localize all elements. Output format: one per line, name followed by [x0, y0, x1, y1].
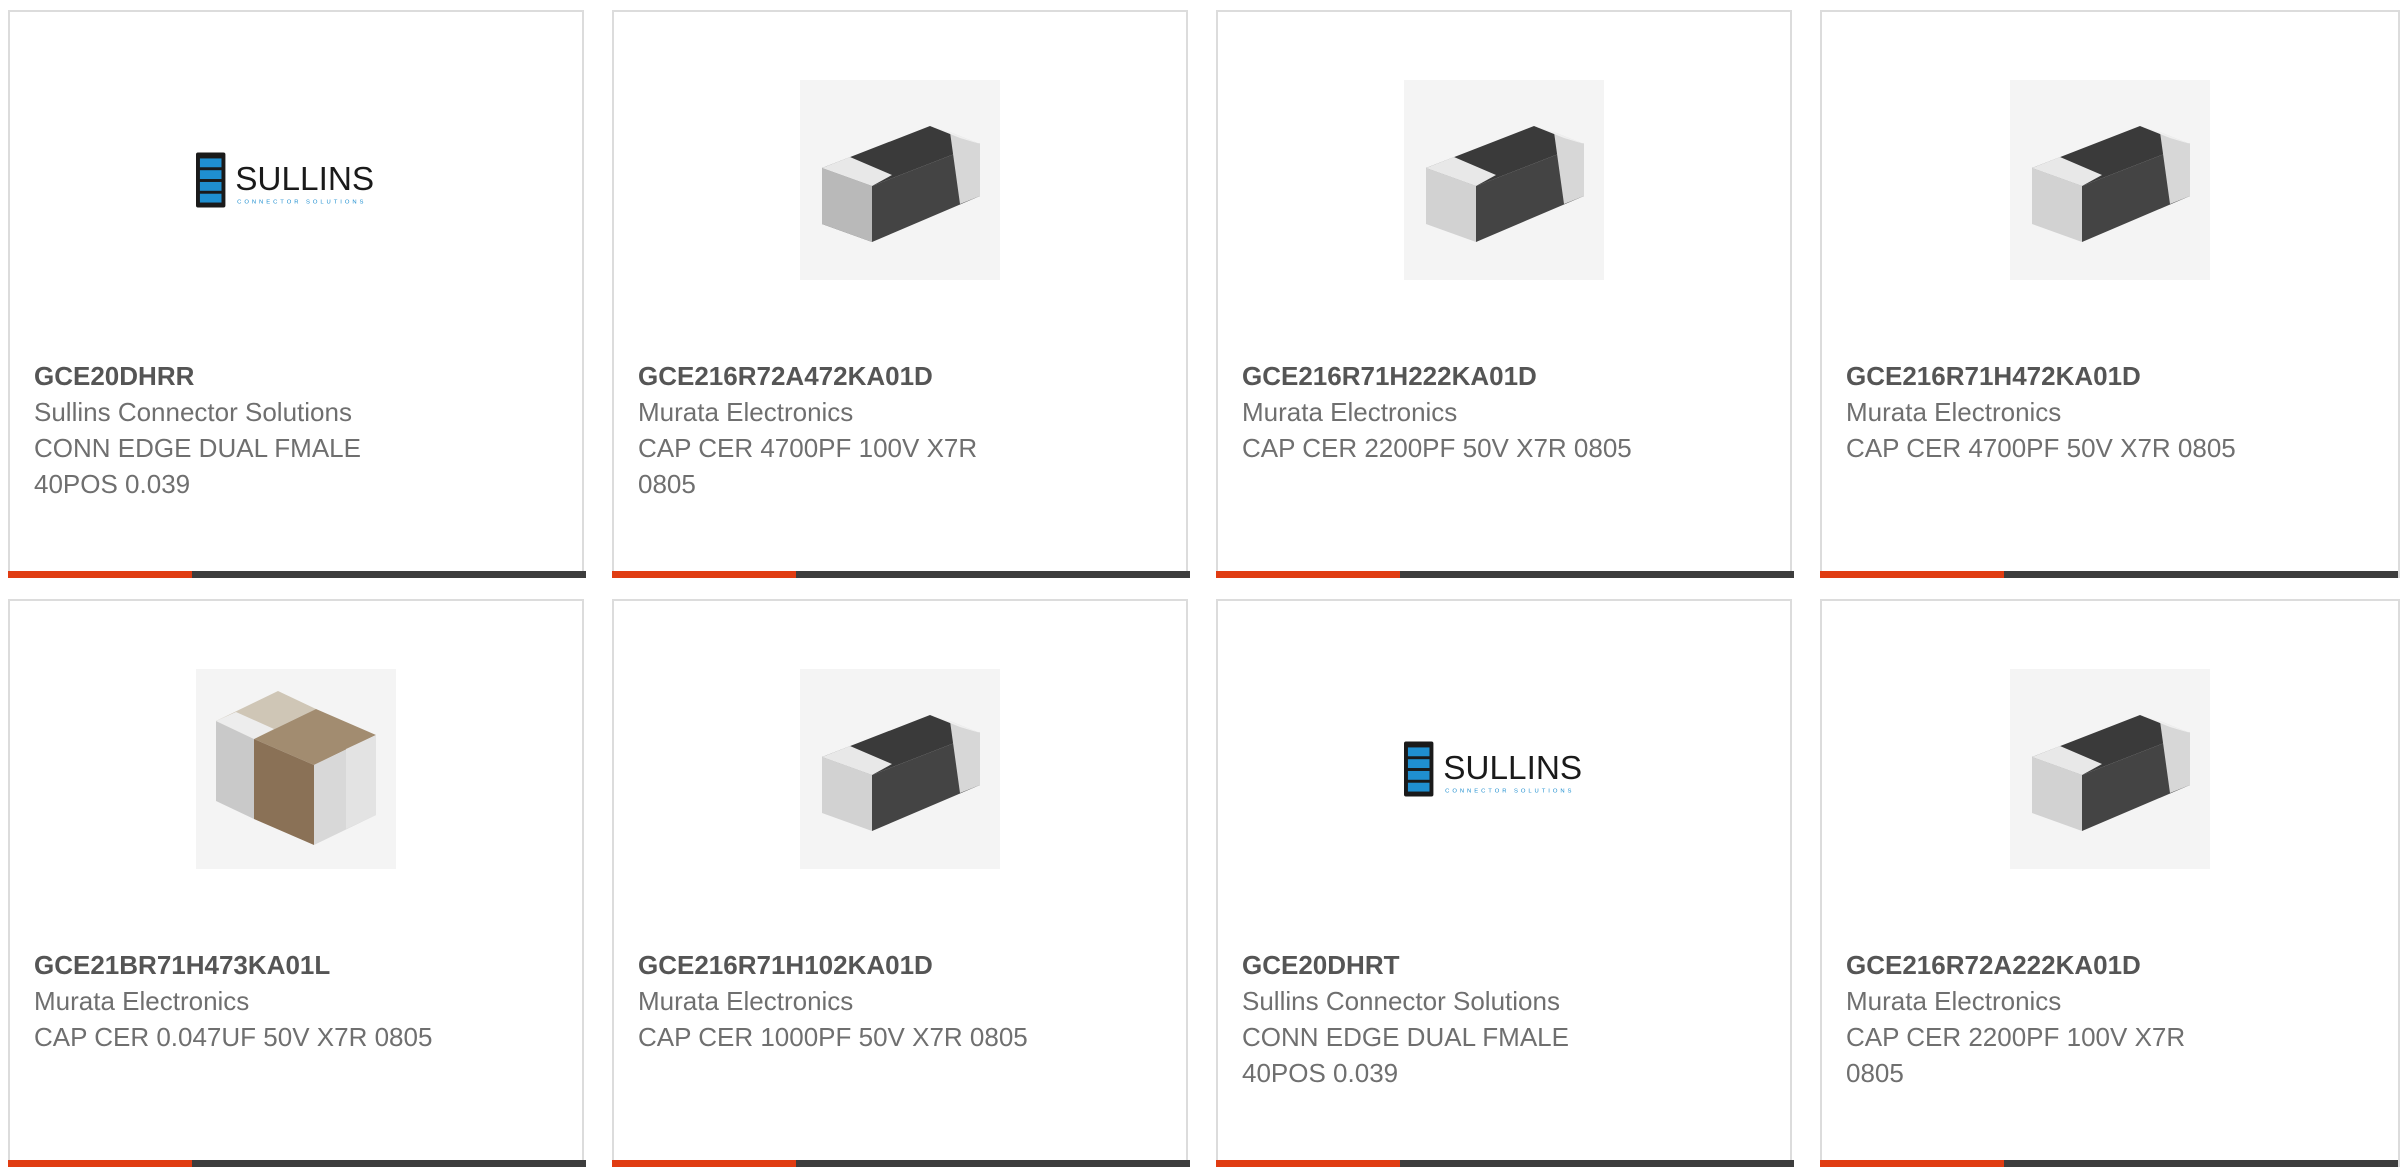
description: CAP CER 0.047UF 50V X7R 0805	[34, 1022, 433, 1052]
card-bottom-bar	[8, 571, 586, 578]
mlcc-capacitor-icon	[1404, 80, 1604, 280]
card-accent-bar	[612, 571, 796, 578]
card-bottom-bar	[8, 1160, 586, 1167]
card-bottom-bar	[612, 1160, 1190, 1167]
card-accent-bar	[8, 571, 192, 578]
description: CAP CER 2200PF 50V X7R 0805	[1242, 433, 1632, 463]
sullins-logo-icon: SULLINS CONNECTOR SOLUTIONS	[1404, 741, 1582, 797]
part-number[interactable]: GCE216R72A472KA01D	[638, 358, 1038, 394]
product-card[interactable]: SULLINS CONNECTOR SOLUTIONS GCE20DHRR Su…	[8, 10, 586, 578]
manufacturer: Murata Electronics	[1846, 986, 2062, 1016]
part-number[interactable]: GCE216R71H102KA01D	[638, 947, 1158, 983]
product-image: SULLINS CONNECTOR SOLUTIONS	[196, 80, 396, 280]
part-number[interactable]: GCE21BR71H473KA01L	[34, 947, 434, 983]
manufacturer: Murata Electronics	[638, 986, 854, 1016]
card-bottom-bar	[1216, 571, 1794, 578]
card-bottom-bar	[1820, 1160, 2398, 1167]
product-card[interactable]: GCE21BR71H473KA01L Murata Electronics CA…	[8, 599, 586, 1167]
description: CAP CER 4700PF 50V X7R 0805	[1846, 433, 2236, 463]
logo-tagline: CONNECTOR SOLUTIONS	[237, 200, 366, 206]
part-number[interactable]: GCE216R71H222KA01D	[1242, 358, 1642, 394]
product-card[interactable]: SULLINS CONNECTOR SOLUTIONS GCE20DHRT Su…	[1216, 599, 1794, 1167]
product-card[interactable]: GCE216R72A472KA01D Murata Electronics CA…	[612, 10, 1190, 578]
description: CAP CER 2200PF 100V X7R 0805	[1846, 1022, 2186, 1088]
card-bottom-bar	[1216, 1160, 1794, 1167]
description: CAP CER 1000PF 50V X7R 0805	[638, 1022, 1028, 1052]
mlcc-capacitor-icon	[800, 669, 1000, 869]
logo-brand: SULLINS	[1443, 750, 1582, 787]
description: CAP CER 4700PF 100V X7R 0805	[638, 433, 978, 499]
part-number[interactable]: GCE216R71H472KA01D	[1846, 358, 2366, 394]
card-accent-bar	[1216, 1160, 1400, 1167]
product-image: SULLINS CONNECTOR SOLUTIONS	[1404, 669, 1604, 869]
manufacturer: Murata Electronics	[638, 397, 854, 427]
logo-brand: SULLINS	[235, 161, 374, 198]
card-accent-bar	[1820, 571, 2004, 578]
manufacturer: Sullins Connector Solutions	[1242, 986, 1560, 1016]
card-accent-bar	[612, 1160, 796, 1167]
mlcc-capacitor-icon	[800, 80, 1000, 280]
card-bottom-bar	[1820, 571, 2398, 578]
manufacturer: Murata Electronics	[1846, 397, 2062, 427]
manufacturer: Murata Electronics	[1242, 397, 1458, 427]
product-image	[2010, 80, 2210, 280]
logo-tagline: CONNECTOR SOLUTIONS	[1445, 789, 1574, 795]
card-accent-bar	[8, 1160, 192, 1167]
product-card[interactable]: GCE216R72A222KA01D Murata Electronics CA…	[1820, 599, 2400, 1167]
mlcc-capacitor-icon	[196, 669, 396, 869]
part-number[interactable]: GCE216R72A222KA01D	[1846, 947, 2246, 983]
product-image	[800, 80, 1000, 280]
product-image	[196, 669, 396, 869]
manufacturer: Sullins Connector Solutions	[34, 397, 352, 427]
product-image	[1404, 80, 1604, 280]
card-accent-bar	[1820, 1160, 2004, 1167]
product-card[interactable]: GCE216R71H222KA01D Murata Electronics CA…	[1216, 10, 1794, 578]
part-number[interactable]: GCE20DHRT	[1242, 947, 1642, 983]
mlcc-capacitor-icon	[2010, 80, 2210, 280]
mlcc-capacitor-icon	[2010, 669, 2210, 869]
product-card[interactable]: GCE216R71H472KA01D Murata Electronics CA…	[1820, 10, 2400, 578]
card-accent-bar	[1216, 571, 1400, 578]
product-card[interactable]: GCE216R71H102KA01D Murata Electronics CA…	[612, 599, 1190, 1167]
product-image	[2010, 669, 2210, 869]
sullins-logo-icon: SULLINS CONNECTOR SOLUTIONS	[196, 152, 374, 208]
part-number[interactable]: GCE20DHRR	[34, 358, 434, 394]
description: CONN EDGE DUAL FMALE 40POS 0.039	[34, 433, 361, 499]
manufacturer: Murata Electronics	[34, 986, 250, 1016]
product-image	[800, 669, 1000, 869]
card-bottom-bar	[612, 571, 1190, 578]
description: CONN EDGE DUAL FMALE 40POS 0.039	[1242, 1022, 1569, 1088]
product-grid: SULLINS CONNECTOR SOLUTIONS GCE20DHRR Su…	[0, 0, 2400, 1167]
